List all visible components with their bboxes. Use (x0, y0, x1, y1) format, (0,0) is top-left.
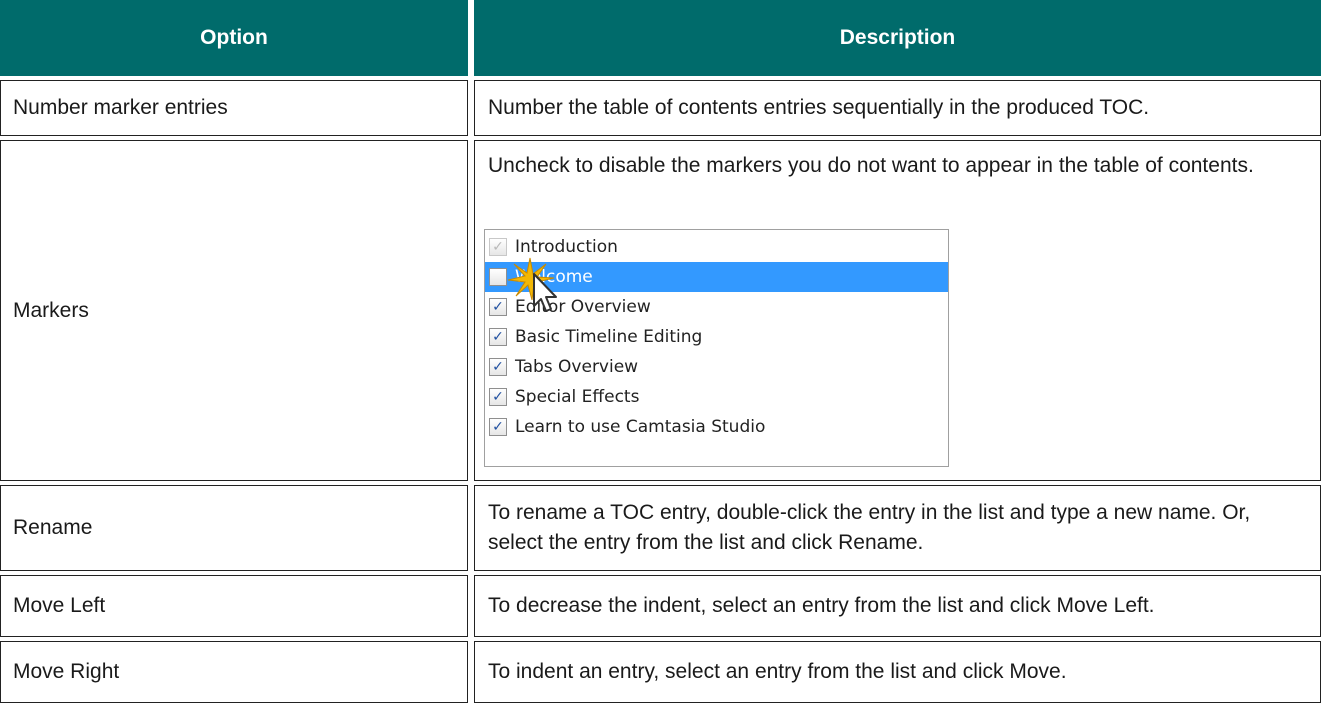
marker-label: Tabs Overview (515, 357, 639, 377)
row-description-number-marker-entries: Number the table of contents entries seq… (474, 80, 1321, 136)
checkmark-icon: ✓ (492, 419, 504, 435)
checkbox-checked[interactable]: ✓ (489, 358, 507, 376)
checkbox-checked[interactable]: ✓ (489, 328, 507, 346)
row-option-move-left: Move Left (0, 575, 468, 637)
marker-item-special-effects[interactable]: ✓ Special Effects (485, 382, 948, 412)
checkbox-checked-disabled[interactable]: ✓ (489, 238, 507, 256)
checkbox-checked[interactable]: ✓ (489, 418, 507, 436)
marker-label: Introduction (515, 237, 618, 257)
header-option: Option (0, 0, 468, 76)
row-description-markers-text: Uncheck to disable the markers you do no… (488, 154, 1254, 177)
marker-item-tabs-overview[interactable]: ✓ Tabs Overview (485, 352, 948, 382)
marker-label: Learn to use Camtasia Studio (515, 417, 766, 437)
row-description-rename: To rename a TOC entry, double-click the … (474, 485, 1321, 571)
checkmark-icon: ✓ (492, 299, 504, 315)
row-option-move-right: Move Right (0, 641, 468, 703)
marker-label: Special Effects (515, 387, 640, 407)
checkmark-icon: ✓ (492, 329, 504, 345)
marker-item-learn-camtasia[interactable]: ✓ Learn to use Camtasia Studio (485, 412, 948, 442)
row-description-move-right: To indent an entry, select an entry from… (474, 641, 1321, 703)
row-option-markers: Markers (0, 140, 468, 481)
checkbox-checked[interactable]: ✓ (489, 298, 507, 316)
marker-label: Basic Timeline Editing (515, 327, 703, 347)
checkmark-icon: ✓ (492, 389, 504, 405)
marker-item-basic-timeline-editing[interactable]: ✓ Basic Timeline Editing (485, 322, 948, 352)
checkbox-unchecked[interactable] (489, 268, 507, 286)
row-description-move-left: To decrease the indent, select an entry … (474, 575, 1321, 637)
checkmark-icon: ✓ (492, 359, 504, 375)
row-option-number-marker-entries: Number marker entries (0, 80, 468, 136)
arrow-pointer-click-icon (507, 257, 557, 312)
checkmark-icon: ✓ (492, 239, 504, 255)
checkbox-checked[interactable]: ✓ (489, 388, 507, 406)
header-description: Description (474, 0, 1321, 76)
row-option-rename: Rename (0, 485, 468, 571)
